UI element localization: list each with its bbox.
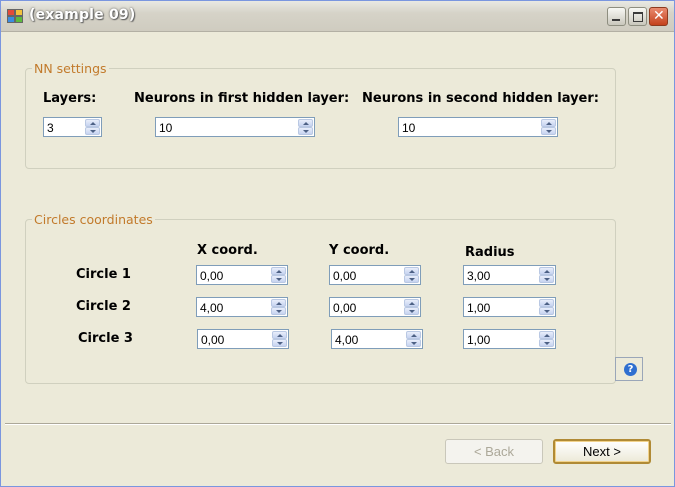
circle-3-x-stepper[interactable]: 0,00: [197, 329, 289, 349]
circle-3-y-stepper[interactable]: 4,00: [331, 329, 423, 349]
down-arrow-icon[interactable]: [298, 127, 313, 135]
up-arrow-icon[interactable]: [541, 119, 556, 127]
nn-settings-title: NN settings: [32, 61, 109, 76]
up-arrow-icon[interactable]: [271, 267, 286, 275]
down-arrow-icon[interactable]: [539, 275, 554, 283]
down-arrow-icon[interactable]: [539, 307, 554, 315]
second-layer-stepper[interactable]: 10: [398, 117, 558, 137]
up-arrow-icon[interactable]: [539, 267, 554, 275]
down-arrow-icon[interactable]: [85, 127, 100, 135]
footer-separator: [5, 423, 671, 425]
circle-1-radius-stepper[interactable]: 3,00: [463, 265, 556, 285]
circle-3-label: Circle 3: [78, 331, 133, 346]
circle-1-x-stepper[interactable]: 0,00: [196, 265, 288, 285]
up-arrow-icon[interactable]: [539, 331, 554, 339]
circle-1-radius-value: 3,00: [467, 269, 491, 283]
help-icon: ?: [624, 363, 637, 376]
down-arrow-icon[interactable]: [271, 275, 286, 283]
help-button[interactable]: ?: [615, 357, 643, 381]
down-arrow-icon[interactable]: [539, 339, 554, 347]
circle-2-x-stepper[interactable]: 4,00: [196, 297, 288, 317]
app-icon[interactable]: [7, 9, 23, 23]
circle-2-label: Circle 2: [76, 299, 131, 314]
circle-2-radius-value: 1,00: [467, 301, 491, 315]
down-arrow-icon[interactable]: [406, 339, 421, 347]
window-title: (example 09): [29, 7, 136, 23]
circle-3-y-value: 4,00: [335, 333, 359, 347]
up-arrow-icon[interactable]: [539, 299, 554, 307]
up-arrow-icon[interactable]: [404, 267, 419, 275]
second-layer-label: Neurons in second hidden layer:: [362, 91, 599, 106]
layers-label: Layers:: [43, 91, 97, 106]
circle-2-y-value: 0,00: [333, 301, 357, 315]
x-coord-header: X coord.: [197, 243, 258, 258]
radius-header: Radius: [465, 245, 515, 260]
minimize-icon[interactable]: [607, 7, 626, 26]
wizard-window: (example 09) ✕ NN settings Layers: Neuro…: [0, 0, 675, 487]
second-layer-value: 10: [402, 121, 416, 135]
next-button[interactable]: Next >: [553, 439, 651, 464]
y-coord-header: Y coord.: [329, 243, 390, 258]
back-button[interactable]: < Back: [445, 439, 543, 464]
circle-3-radius-stepper[interactable]: 1,00: [463, 329, 556, 349]
maximize-icon[interactable]: [628, 7, 647, 26]
down-arrow-icon[interactable]: [404, 307, 419, 315]
circle-2-radius-stepper[interactable]: 1,00: [463, 297, 556, 317]
circles-title: Circles coordinates: [32, 212, 155, 227]
circle-1-y-stepper[interactable]: 0,00: [329, 265, 421, 285]
circle-3-x-value: 0,00: [201, 333, 225, 347]
close-icon[interactable]: ✕: [649, 7, 668, 26]
first-layer-stepper[interactable]: 10: [155, 117, 315, 137]
circle-1-x-value: 0,00: [200, 269, 224, 283]
layers-value: 3: [47, 121, 54, 135]
first-layer-value: 10: [159, 121, 173, 135]
down-arrow-icon[interactable]: [541, 127, 556, 135]
down-arrow-icon[interactable]: [404, 275, 419, 283]
layers-stepper[interactable]: 3: [43, 117, 102, 137]
up-arrow-icon[interactable]: [298, 119, 313, 127]
first-layer-label: Neurons in first hidden layer:: [134, 91, 350, 106]
up-arrow-icon[interactable]: [404, 299, 419, 307]
up-arrow-icon[interactable]: [85, 119, 100, 127]
up-arrow-icon[interactable]: [271, 299, 286, 307]
up-arrow-icon[interactable]: [406, 331, 421, 339]
circle-2-x-value: 4,00: [200, 301, 224, 315]
circle-2-y-stepper[interactable]: 0,00: [329, 297, 421, 317]
circle-1-y-value: 0,00: [333, 269, 357, 283]
circle-3-radius-value: 1,00: [467, 333, 491, 347]
down-arrow-icon[interactable]: [271, 307, 286, 315]
down-arrow-icon[interactable]: [272, 339, 287, 347]
circle-1-label: Circle 1: [76, 267, 131, 282]
up-arrow-icon[interactable]: [272, 331, 287, 339]
title-bar[interactable]: (example 09) ✕: [1, 1, 674, 32]
